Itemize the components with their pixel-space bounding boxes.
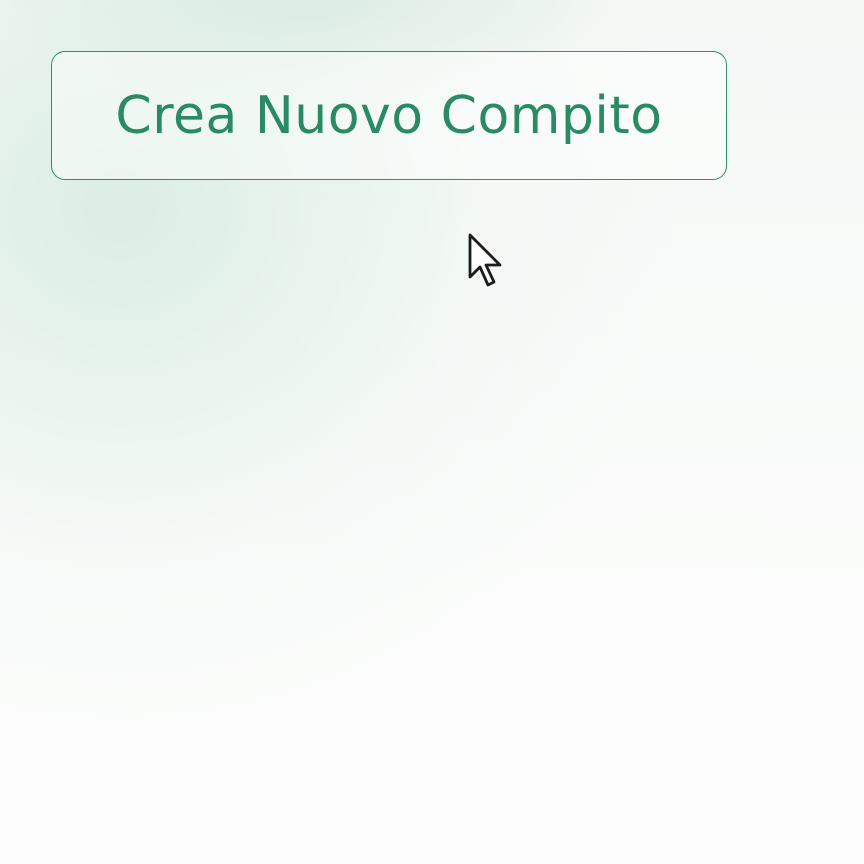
create-task-button[interactable]: Crea Nuovo Compito (51, 51, 727, 180)
arrow-cursor-icon (468, 233, 502, 287)
